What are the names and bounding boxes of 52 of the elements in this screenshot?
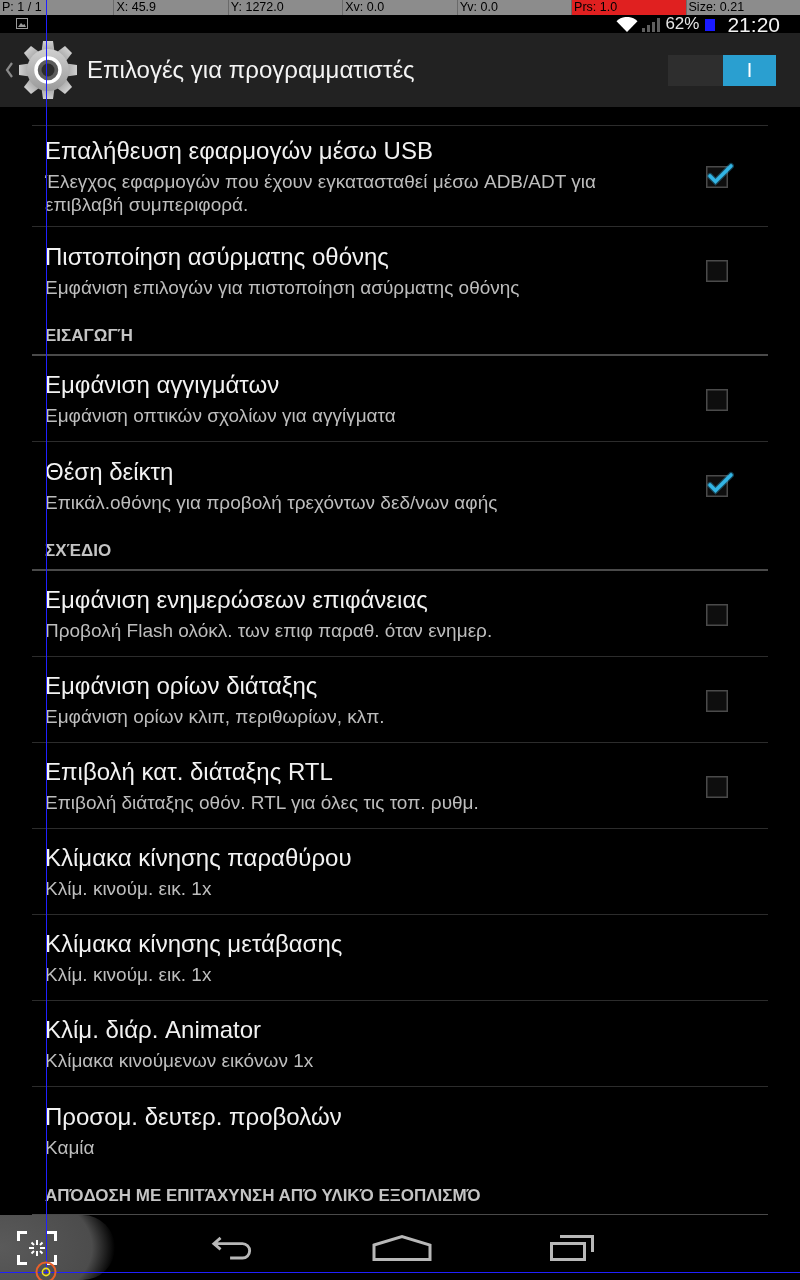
pointer-readout: Prs: 1.0 — [572, 0, 686, 15]
focus-frame-icon — [17, 1230, 57, 1265]
checkbox[interactable] — [706, 260, 728, 282]
setting-summary: Καμία — [45, 1135, 95, 1159]
wifi-icon — [616, 17, 639, 32]
checkbox[interactable] — [706, 689, 728, 712]
image-icon — [16, 18, 28, 29]
setting-title: Εμφάνιση ενημερώσεων επιφάνειας — [45, 585, 428, 615]
setting-summary: Εμφάνιση ορίων κλιπ, περιθωρίων, κλπ. — [45, 705, 385, 728]
pointer-readout: P: 1 / 1 — [0, 0, 114, 15]
pointer-readout: Yv: 0.0 — [457, 0, 572, 15]
setting-title: Προσομ. δευτερ. προβολών — [45, 1101, 342, 1132]
setting-title: Κλίμ. διάρ. Animator — [45, 1015, 262, 1045]
frame-button[interactable] — [0, 1215, 115, 1280]
pointer-readout: X: 45.9 — [114, 0, 228, 15]
setting-title: Εμφάνιση ορίων διάταξης — [45, 671, 318, 701]
touch-point-icon — [35, 1261, 57, 1280]
clock: 21:20 — [727, 16, 780, 33]
checkbox[interactable] — [704, 471, 734, 499]
setting-summary: Κλίμ. κινούμ. εικ. 1x — [45, 877, 212, 900]
setting-summary: Επικάλ.οθόνης για προβολή τρεχόντων δεδ/νων αφής — [45, 490, 498, 514]
pointer-readout: Y: 1272.0 — [228, 0, 343, 15]
recent-apps-icon — [550, 1234, 594, 1261]
setting-title: Πιστοποίηση ασύρματης οθόνης — [45, 241, 389, 272]
signal-icon — [641, 17, 662, 32]
setting-summary: Επιβολή διάταξης οθόν. RTL για όλες τις τοπ. ρυθμ. — [45, 791, 479, 814]
setting-title: Εμφάνιση αγγιγμάτων — [45, 370, 280, 400]
pointer-readout: Xv: 0.0 — [343, 0, 457, 15]
screen-title: Επιλογές για προγραμματιστές — [87, 56, 416, 84]
toggle-switch[interactable]: I — [668, 54, 776, 86]
setting-title: Επιβολή κατ. διάταξης RTL — [45, 757, 333, 787]
setting-title: Επαλήθευση εφαρμογών μέσω USB — [45, 136, 433, 166]
setting-summary: Κλίμ. κινούμ. εικ. 1x — [45, 963, 212, 986]
setting-summary: Εμφάνιση επιλογών για πιστοποίηση ασύρματης οθόνης — [45, 275, 520, 299]
caret-icon — [5, 62, 13, 78]
battery-icon — [705, 19, 716, 31]
checkbox[interactable] — [706, 775, 728, 798]
checkbox[interactable] — [706, 603, 728, 626]
back-icon — [211, 1235, 253, 1260]
setting-summary: Εμφάνιση οπτικών σχολίων για αγγίγματα — [45, 404, 396, 427]
section-header: ΕΙΣΑΓΩΓΉ — [45, 325, 133, 347]
battery-percent: 62% — [665, 16, 700, 32]
setting-title: Κλίμακα κίνησης μετάβασης — [45, 929, 343, 959]
checkbox[interactable] — [704, 162, 734, 190]
settings-icon — [18, 40, 78, 100]
checkbox[interactable] — [706, 388, 728, 411]
setting-summary: Προβολή Flash ολόκλ. των επιφ παραθ. όταν ενημερ. — [45, 619, 493, 642]
setting-summary: Κλίμακα κινούμενων εικόνων 1x — [45, 1049, 314, 1072]
home-icon — [372, 1234, 432, 1261]
setting-title: Κλίμακα κίνησης παραθύρου — [45, 843, 352, 873]
pointer-readout: Size: 0.21 — [686, 0, 800, 15]
setting-title: Θέση δείκτη — [45, 456, 174, 487]
